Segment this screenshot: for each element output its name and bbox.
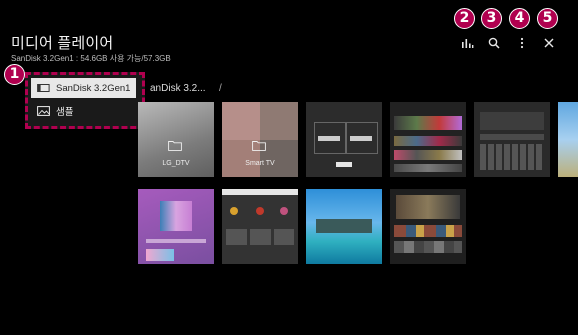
callout-1: 1 (4, 64, 25, 85)
image-thumbnail[interactable] (306, 189, 382, 264)
search-icon[interactable] (487, 36, 501, 50)
folder-icon (168, 138, 182, 151)
image-thumbnail[interactable] (558, 102, 578, 177)
usb-drive-icon (37, 83, 50, 93)
thumb-shape (480, 112, 544, 130)
callout-5: 5 (537, 8, 558, 29)
storage-info: SanDisk 3.2Gen1 : 54.6GB 사용 가능/57.3GB (11, 54, 171, 63)
thumb-shape (222, 189, 298, 195)
page-title: 미디어 플레이어 (11, 35, 114, 52)
storage-item-sample[interactable]: 샘플 (31, 101, 136, 121)
thumb-shape (280, 207, 288, 215)
callout-4: 4 (509, 8, 530, 29)
callout-2: 2 (454, 8, 475, 29)
thumb-shape (318, 136, 340, 141)
thumb-shape (226, 229, 294, 245)
thumb-quadrant (260, 102, 298, 140)
thumb-shape (350, 136, 372, 141)
callout-3: 3 (481, 8, 502, 29)
storage-item-label: 샘플 (56, 107, 74, 118)
breadcrumb-current[interactable]: anDisk 3.2... (150, 83, 206, 94)
close-icon[interactable] (542, 36, 556, 50)
image-icon (37, 106, 50, 116)
media-player-screen: 미디어 플레이어 SanDisk 3.2Gen1 : 54.6GB 사용 가능/… (0, 0, 578, 335)
storage-menu: SanDisk 3.2Gen1 샘플 (25, 72, 145, 129)
thumb-shape (336, 162, 352, 167)
thumb-shape (394, 116, 462, 130)
breadcrumb-separator: / (219, 83, 222, 94)
image-thumbnail[interactable] (390, 102, 466, 177)
thumb-quadrant (222, 102, 260, 140)
image-thumbnail[interactable] (390, 189, 466, 264)
thumb-shape (146, 239, 206, 243)
thumb-shape (146, 249, 174, 261)
image-thumbnail[interactable] (138, 189, 214, 264)
equalizer-icon[interactable] (460, 36, 474, 50)
thumb-shape (160, 201, 192, 231)
image-thumbnail[interactable] (306, 102, 382, 177)
folder-tile[interactable]: LG_DTV (138, 102, 214, 177)
thumb-shape (396, 195, 460, 219)
thumb-shape (394, 225, 462, 237)
thumb-shape (316, 219, 372, 233)
storage-item-label: SanDisk 3.2Gen1 (56, 82, 131, 94)
thumb-shape (480, 144, 544, 170)
image-thumbnail[interactable] (222, 189, 298, 264)
thumb-shape (394, 150, 462, 160)
thumb-shape (480, 134, 544, 140)
more-icon[interactable] (515, 36, 529, 50)
thumb-shape (256, 207, 264, 215)
folder-label: LG_DTV (162, 160, 190, 167)
folder-tile[interactable]: Smart TV (222, 102, 298, 177)
thumb-shape (394, 136, 462, 146)
folder-label: Smart TV (245, 160, 275, 167)
thumb-shape (394, 241, 462, 253)
image-thumbnail[interactable] (474, 102, 550, 177)
folder-icon (252, 138, 266, 151)
storage-item-usb[interactable]: SanDisk 3.2Gen1 (31, 78, 136, 98)
thumb-shape (230, 207, 238, 215)
thumb-shape (394, 164, 462, 172)
